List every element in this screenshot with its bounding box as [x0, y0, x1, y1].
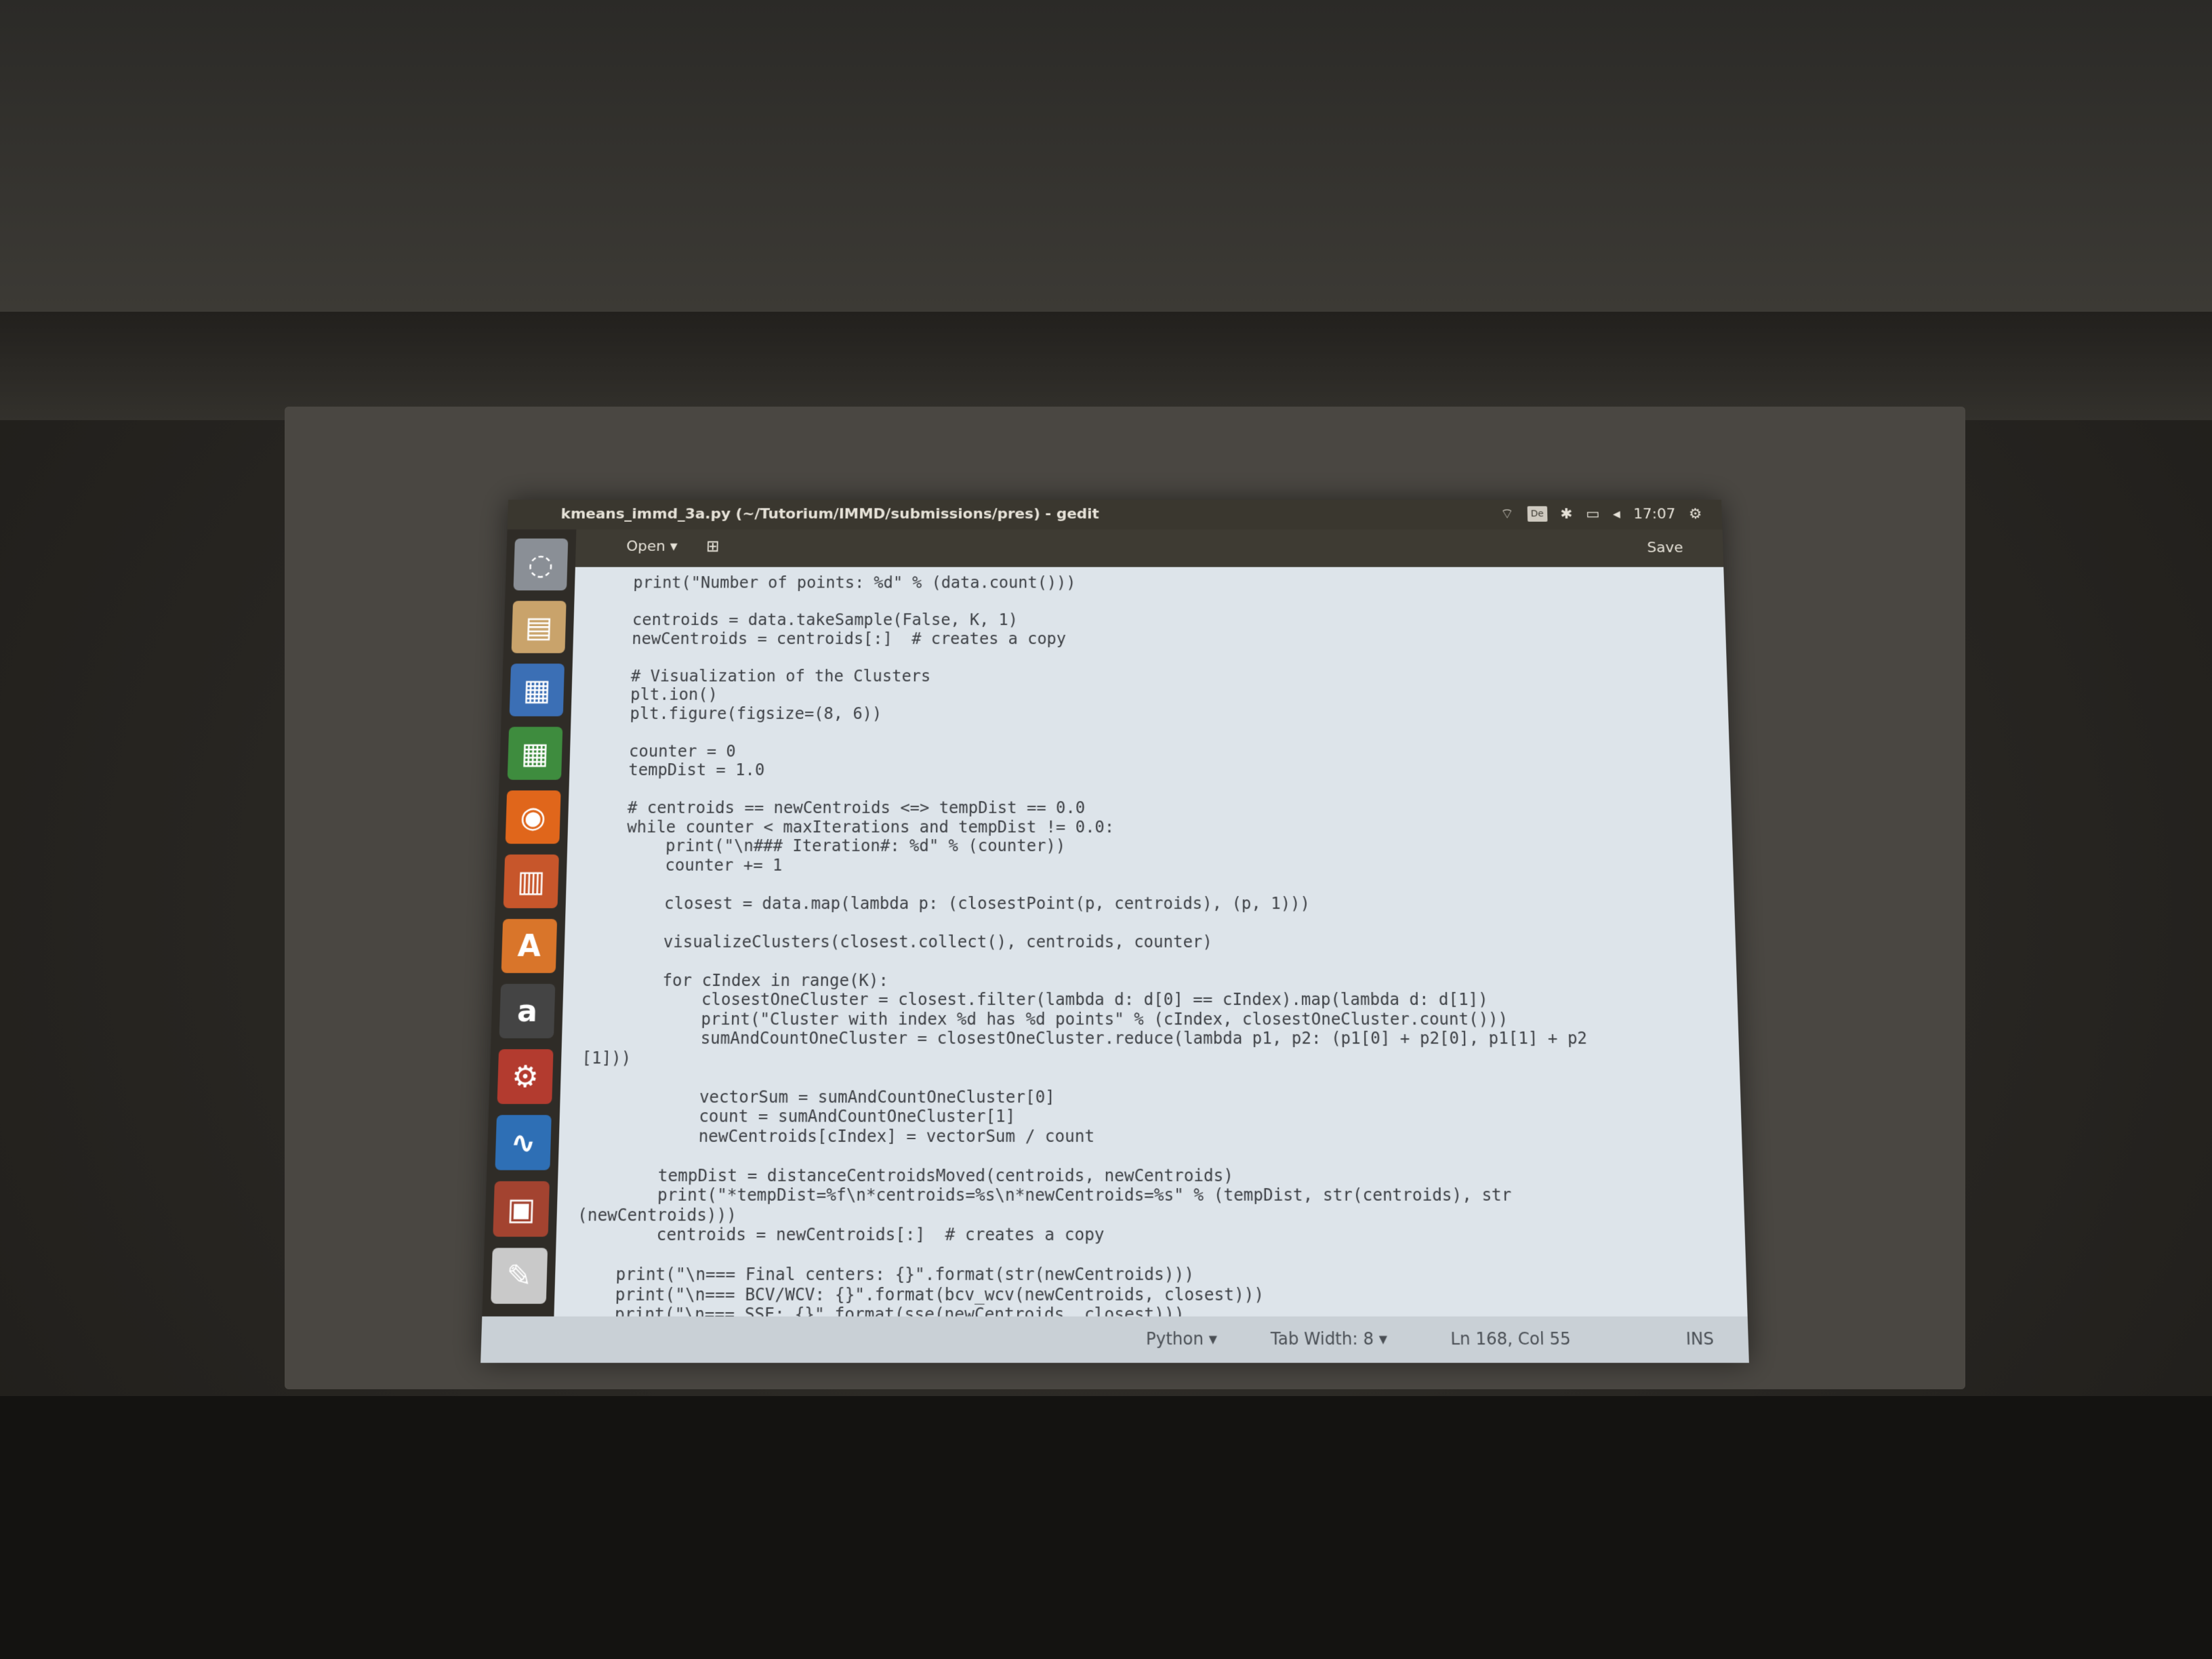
code-line: count = sumAndCountOneCluster[1] — [579, 1107, 1016, 1126]
code-line: tempDist = distanceCentroidsMoved(centro… — [578, 1166, 1234, 1185]
code-line: while counter < maxIterations and tempDi… — [588, 817, 1115, 836]
code-line: centroids = newCentroids[:] # creates a … — [576, 1225, 1105, 1245]
room-ceiling — [0, 0, 2212, 312]
code-line: (newCentroids))) — [577, 1205, 737, 1225]
projected-desktop: kmeans_immd_3a.py (~/Tutorium/IMMD/submi… — [480, 499, 1749, 1364]
room-floor — [0, 1396, 2212, 1659]
code-line: print("\n=== Final centers: {}".format(s… — [575, 1265, 1195, 1284]
ubuntu-dash-icon[interactable]: ◌ — [513, 538, 569, 591]
settings-icon[interactable]: ⚙ — [497, 1049, 554, 1105]
bluetooth-icon[interactable]: ✱ — [1560, 506, 1573, 522]
image-viewer-icon[interactable]: ▣ — [493, 1181, 550, 1237]
code-line: # Visualization of the Clusters — [592, 666, 931, 685]
volume-icon[interactable]: ◂ — [1613, 506, 1620, 522]
save-button[interactable]: Save — [1647, 540, 1683, 556]
impress-icon[interactable]: ▥ — [503, 854, 559, 909]
code-line: plt.ion() — [591, 685, 718, 704]
text-editor-icon[interactable]: ✎ — [491, 1248, 548, 1304]
code-line: visualizeClusters(closest.collect(), cen… — [584, 932, 1212, 951]
code-line: sumAndCountOneCluster = closestOneCluste… — [581, 1029, 1588, 1048]
calc-icon[interactable]: ▦ — [507, 726, 563, 780]
keyboard-layout-indicator[interactable]: De — [1527, 506, 1548, 522]
cursor-position: Ln 168, Col 55 — [1450, 1329, 1572, 1349]
code-line: closestOneCluster = closest.filter(lambd… — [583, 989, 1488, 1009]
code-line: print("\n=== BCV/WCV: {}".format(bcv_wcv… — [575, 1284, 1265, 1305]
code-line: centroids = data.takeSample(False, K, 1) — [593, 611, 1019, 630]
files-icon[interactable]: ▤ — [511, 600, 567, 653]
status-bar: Python ▾ Tab Width: 8 ▾ Ln 168, Col 55 I… — [480, 1316, 1749, 1364]
window-title: kmeans_immd_3a.py (~/Tutorium/IMMD/submi… — [560, 506, 1099, 523]
tab-width-selector[interactable]: Tab Width: 8 ▾ — [1271, 1329, 1388, 1349]
code-view[interactable]: print("Number of points: %d" % (data.cou… — [575, 573, 1595, 1324]
insert-mode: INS — [1685, 1329, 1715, 1349]
gear-icon[interactable]: ⚙ — [1689, 506, 1702, 522]
code-line: for cIndex in range(K): — [583, 970, 889, 990]
new-document-icon[interactable]: ⊞ — [706, 537, 720, 556]
system-monitor-icon[interactable]: ∿ — [495, 1115, 552, 1170]
code-line: print("\n### Iteration#: %d" % (counter)… — [587, 836, 1066, 855]
code-line: counter += 1 — [586, 855, 783, 875]
indicator-area: ⌔ De ✱ ▭ ◂ 17:07 ⚙ — [1500, 505, 1702, 523]
room-wall — [0, 312, 2212, 420]
amazon-icon[interactable]: a — [499, 983, 556, 1039]
code-line: tempDist = 1.0 — [589, 760, 765, 779]
code-line: closest = data.map(lambda p: (closestPoi… — [586, 893, 1311, 913]
open-button[interactable]: Open ▾ — [626, 539, 678, 555]
code-line: print("Number of points: %d" % (data.cou… — [594, 573, 1076, 592]
code-line: newCentroids = centroids[:] # creates a … — [593, 629, 1067, 648]
writer-icon[interactable]: ▦ — [509, 663, 565, 716]
text-editor-area[interactable]: print("Number of points: %d" % (data.cou… — [554, 567, 1748, 1324]
network-icon[interactable]: ⌔ — [1500, 505, 1514, 523]
code-line: plt.figure(figsize=(8, 6)) — [591, 703, 882, 723]
language-selector[interactable]: Python ▾ — [1146, 1329, 1217, 1349]
code-line: [1])) — [581, 1048, 632, 1067]
code-line: print("*tempDist=%f\n*centroids=%s\n*new… — [577, 1185, 1512, 1205]
firefox-icon[interactable]: ◉ — [505, 790, 561, 844]
code-line: newCentroids[cIndex] = vectorSum / count — [579, 1126, 1095, 1146]
code-line: # centroids == newCentroids <=> tempDist… — [588, 798, 1086, 817]
clock[interactable]: 17:07 — [1633, 506, 1676, 522]
battery-icon[interactable]: ▭ — [1586, 506, 1600, 522]
top-panel: kmeans_immd_3a.py (~/Tutorium/IMMD/submi… — [507, 499, 1723, 530]
code-line: print("Cluster with index %d has %d poin… — [582, 1009, 1509, 1029]
code-line: counter = 0 — [590, 741, 736, 760]
code-line: vectorSum = sumAndCountOneCluster[0] — [580, 1087, 1055, 1107]
gedit-toolbar: Open ▾ ⊞ Save — [506, 529, 1724, 567]
software-center-icon[interactable]: A — [501, 919, 558, 973]
